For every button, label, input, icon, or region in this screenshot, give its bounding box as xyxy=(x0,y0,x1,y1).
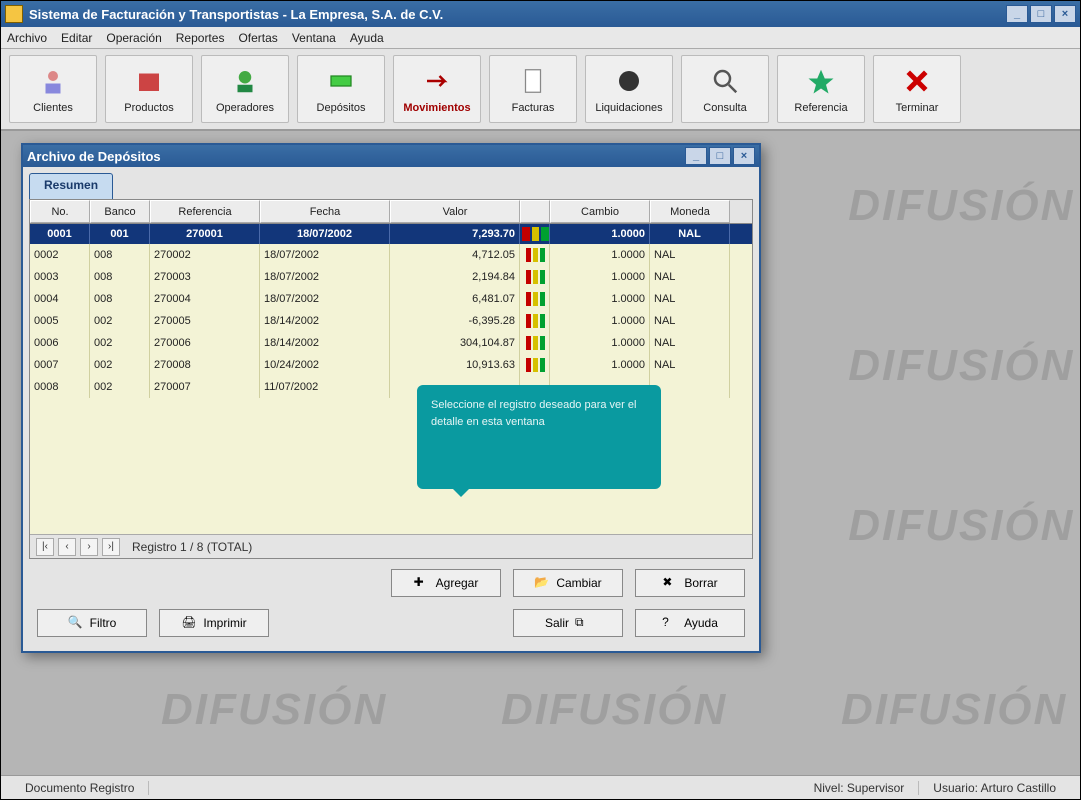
grid-header: No. Banco Referencia Fecha Valor Cambio … xyxy=(30,200,752,224)
watermark: DIFUSIÓN P xyxy=(848,181,1080,231)
edit-button[interactable]: 📂Cambiar xyxy=(513,569,623,597)
grid-navigator: |‹ ‹ › ›| Registro 1 / 8 (TOTAL) xyxy=(30,534,752,558)
status-mid: Nivel: Supervisor xyxy=(800,781,920,795)
col-fecha[interactable]: Fecha xyxy=(260,200,390,223)
table-row[interactable]: 000700227000810/24/200210,913.631.0000NA… xyxy=(30,354,752,376)
clients-icon xyxy=(36,64,70,98)
toolbar-facturas[interactable]: Facturas xyxy=(489,55,577,123)
add-button[interactable]: ✚Agregar xyxy=(391,569,501,597)
col-no[interactable]: No. xyxy=(30,200,90,223)
products-icon xyxy=(132,64,166,98)
deposits-grid: No. Banco Referencia Fecha Valor Cambio … xyxy=(29,199,753,559)
action-button-row: ✚Agregar 📂Cambiar ✖Borrar xyxy=(29,559,753,601)
toolbar-terminar[interactable]: Terminar xyxy=(873,55,961,123)
window-controls: _ □ × xyxy=(1006,5,1076,23)
watermark: DIFUSIÓN P xyxy=(848,341,1080,391)
movements-icon xyxy=(420,64,454,98)
nav-first[interactable]: |‹ xyxy=(36,538,54,556)
trash-icon: ✖ xyxy=(662,575,678,591)
deposits-dialog: Archivo de Depósitos _ □ × Resumen No. B… xyxy=(21,143,761,653)
watermark: DIFUSIÓN xyxy=(501,685,727,735)
grid-selected-row[interactable]: 0001 001 270001 18/07/2002 7,293.70 1.00… xyxy=(30,224,752,244)
menu-ofertas[interactable]: Ofertas xyxy=(238,31,277,45)
watermark: DIFUSIÓN P xyxy=(848,501,1080,551)
dialog-maximize-button[interactable]: □ xyxy=(709,147,731,165)
status-left: Documento Registro xyxy=(11,781,149,795)
status-right: Usuario: Arturo Castillo xyxy=(919,781,1070,795)
delete-button[interactable]: ✖Borrar xyxy=(635,569,745,597)
toolbar-productos[interactable]: Productos xyxy=(105,55,193,123)
table-row[interactable]: 000300827000318/07/20022,194.841.0000NAL xyxy=(30,266,752,288)
operators-icon xyxy=(228,64,262,98)
dialog-close-button[interactable]: × xyxy=(733,147,755,165)
door-icon: ⧉ xyxy=(575,615,591,631)
nav-prev[interactable]: ‹ xyxy=(58,538,76,556)
dialog-titlebar: Archivo de Depósitos _ □ × xyxy=(23,145,759,167)
col-cambio[interactable]: Cambio xyxy=(550,200,650,223)
nav-next[interactable]: › xyxy=(80,538,98,556)
col-indicator[interactable] xyxy=(520,200,550,223)
dialog-body: Resumen No. Banco Referencia Fecha Valor… xyxy=(23,167,759,651)
maximize-button[interactable]: □ xyxy=(1030,5,1052,23)
table-row[interactable]: 000400827000418/07/20026,481.071.0000NAL xyxy=(30,288,752,310)
printer-icon: 🖨 xyxy=(181,615,197,631)
reference-icon xyxy=(804,64,838,98)
toolbar-clientes[interactable]: Clientes xyxy=(9,55,97,123)
filter-button[interactable]: 🔍Filtro xyxy=(37,609,147,637)
workspace: DIFUSIÓN P DIFUSIÓN P DIFUSIÓN P DIFUSIÓ… xyxy=(1,131,1080,775)
exit-button[interactable]: Salir⧉ xyxy=(513,609,623,637)
app-title: Sistema de Facturación y Transportistas … xyxy=(29,7,443,22)
toolbar-movimientos[interactable]: Movimientos xyxy=(393,55,481,123)
toolbar-depositos[interactable]: Depósitos xyxy=(297,55,385,123)
close-button[interactable]: × xyxy=(1054,5,1076,23)
tooltip-bubble: Seleccione el registro deseado para ver … xyxy=(417,385,661,489)
invoices-icon xyxy=(516,64,550,98)
statusbar: Documento Registro Nivel: Supervisor Usu… xyxy=(1,775,1080,799)
help-button[interactable]: ?Ayuda xyxy=(635,609,745,637)
deposits-icon xyxy=(324,64,358,98)
filter-icon: 🔍 xyxy=(68,615,84,631)
query-icon xyxy=(708,64,742,98)
help-icon: ? xyxy=(662,615,678,631)
table-row[interactable]: 000200827000218/07/20024,712.051.0000NAL xyxy=(30,244,752,266)
toolbar-liquidaciones[interactable]: Liquidaciones xyxy=(585,55,673,123)
menu-archivo[interactable]: Archivo xyxy=(7,31,47,45)
dialog-title: Archivo de Depósitos xyxy=(27,149,161,164)
menu-reportes[interactable]: Reportes xyxy=(176,31,225,45)
print-button[interactable]: 🖨Imprimir xyxy=(159,609,269,637)
app-window: Sistema de Facturación y Transportistas … xyxy=(0,0,1081,800)
table-row[interactable]: 000500227000518/14/2002-6,395.281.0000NA… xyxy=(30,310,752,332)
col-banco[interactable]: Banco xyxy=(90,200,150,223)
tab-resumen[interactable]: Resumen xyxy=(29,173,113,199)
col-referencia[interactable]: Referencia xyxy=(150,200,260,223)
tab-strip: Resumen xyxy=(29,173,753,199)
folder-icon: 📂 xyxy=(534,575,550,591)
toolbar-operadores[interactable]: Operadores xyxy=(201,55,289,123)
menu-ayuda[interactable]: Ayuda xyxy=(350,31,384,45)
exit-icon xyxy=(900,64,934,98)
watermark: DIFUSIÓN xyxy=(161,685,387,735)
toolbar-referencia[interactable]: Referencia xyxy=(777,55,865,123)
tooltip-text: Seleccione el registro deseado para ver … xyxy=(431,399,636,428)
menubar: Archivo Editar Operación Reportes Oferta… xyxy=(1,27,1080,49)
watermark: DIFUSIÓN xyxy=(841,685,1067,735)
menu-operacion[interactable]: Operación xyxy=(106,31,161,45)
plus-icon: ✚ xyxy=(414,575,430,591)
dialog-minimize-button[interactable]: _ xyxy=(685,147,707,165)
nav-text: Registro 1 / 8 (TOTAL) xyxy=(132,540,252,554)
toolbar: Clientes Productos Operadores Depósitos … xyxy=(1,49,1080,131)
liquidations-icon xyxy=(612,64,646,98)
dialog-footer: 🔍Filtro 🖨Imprimir Salir⧉ ?Ayuda xyxy=(29,601,753,645)
table-row[interactable]: 000600227000618/14/2002304,104.871.0000N… xyxy=(30,332,752,354)
menu-ventana[interactable]: Ventana xyxy=(292,31,336,45)
main-titlebar: Sistema de Facturación y Transportistas … xyxy=(1,1,1080,27)
col-valor[interactable]: Valor xyxy=(390,200,520,223)
minimize-button[interactable]: _ xyxy=(1006,5,1028,23)
nav-last[interactable]: ›| xyxy=(102,538,120,556)
menu-editar[interactable]: Editar xyxy=(61,31,92,45)
col-moneda[interactable]: Moneda xyxy=(650,200,730,223)
app-icon xyxy=(5,5,23,23)
toolbar-consulta[interactable]: Consulta xyxy=(681,55,769,123)
